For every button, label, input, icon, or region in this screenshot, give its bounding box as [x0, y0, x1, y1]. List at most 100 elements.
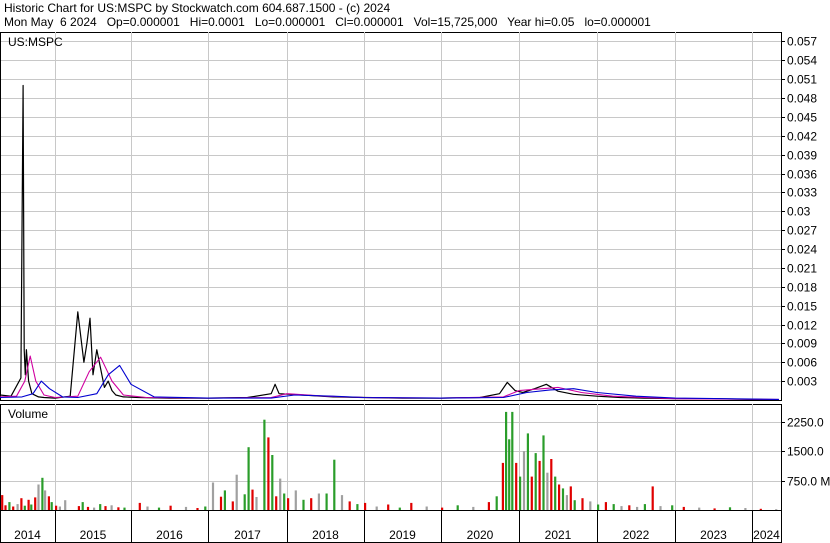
volume-bar	[219, 496, 223, 510]
volume-bar	[387, 504, 390, 510]
price-tick-label: 0.036	[787, 168, 817, 182]
volume-bar	[561, 488, 565, 510]
volume-bar	[519, 476, 522, 510]
price-tick-label: 0.048	[787, 92, 817, 106]
volume-bar	[283, 493, 286, 510]
volume-bar	[86, 506, 90, 510]
volume-bar	[196, 508, 199, 510]
volume-bar	[375, 506, 378, 510]
volume-bar	[302, 499, 305, 510]
volume-bar	[20, 498, 23, 510]
volume-bar	[550, 459, 553, 510]
volume-bar	[643, 504, 646, 510]
volume-tick-label: 1500.0	[787, 445, 824, 459]
volume-bar	[333, 459, 336, 510]
volume-bar	[573, 500, 576, 510]
volume-bar	[398, 507, 401, 510]
volume-bar	[472, 506, 475, 510]
volume-bar	[247, 447, 250, 510]
price-tick-label: 0.009	[787, 337, 817, 351]
volume-bar	[93, 507, 96, 510]
volume-bar	[317, 493, 320, 510]
volume-bar	[310, 498, 313, 510]
volume-bar	[542, 435, 545, 510]
volume-bar	[589, 501, 592, 510]
price-panel	[0, 32, 782, 401]
volume-bar	[671, 505, 674, 510]
volume-bar	[184, 506, 188, 510]
volume-bar	[99, 504, 102, 510]
price-tick-label: 0.015	[787, 300, 817, 314]
volume-bar	[620, 506, 623, 510]
volume-bar	[325, 493, 328, 510]
price-tick-label: 0.027	[787, 224, 817, 238]
volume-bar	[41, 477, 44, 510]
volume-bar	[243, 494, 246, 510]
volume-bar	[508, 439, 511, 510]
volume-bar	[487, 502, 490, 510]
year-label: 2015	[80, 528, 107, 542]
volume-bar	[58, 506, 61, 510]
price-tick-label: 0.006	[787, 356, 817, 370]
volume-bar	[44, 490, 47, 510]
volume-panel-label: Volume	[8, 407, 48, 421]
volume-bar	[501, 462, 504, 510]
volume-bar	[604, 502, 607, 510]
volume-bar	[138, 502, 141, 510]
volume-bar	[530, 476, 533, 510]
volume-bar	[581, 498, 584, 510]
volume-bar	[104, 506, 107, 510]
volume-bar	[505, 411, 508, 510]
volume-bar	[23, 505, 26, 510]
volume-bar	[565, 495, 568, 510]
volume-bar	[204, 506, 207, 510]
price-tick-label: 0.045	[787, 111, 817, 125]
year-label: 2020	[467, 528, 494, 542]
volume-bar	[728, 507, 732, 510]
volume-bar	[37, 484, 40, 510]
volume-bar	[30, 504, 33, 510]
year-label: 2019	[389, 528, 416, 542]
price-tick-label: 0.003	[787, 375, 817, 389]
volume-bar	[77, 506, 80, 510]
volume-bar	[8, 502, 11, 510]
volume-bar	[456, 505, 459, 510]
volume-bar	[263, 419, 266, 510]
volume-bar	[235, 474, 238, 510]
year-label: 2022	[623, 528, 650, 542]
volume-bar	[698, 507, 701, 510]
volume-tick-label: 750.0 M	[787, 475, 830, 489]
volume-bar	[612, 504, 615, 510]
volume-bar	[271, 455, 274, 510]
volume-tick-label: 2250.0	[787, 416, 824, 430]
year-label: 2024	[753, 528, 780, 542]
year-label: 2021	[545, 528, 572, 542]
volume-bar	[348, 501, 351, 510]
volume-bar	[744, 508, 747, 510]
price-tick-label: 0.039	[787, 149, 817, 163]
volume-bar	[34, 497, 37, 510]
volume-bar	[12, 506, 15, 510]
volume-bar	[628, 505, 631, 510]
volume-bar	[123, 507, 126, 510]
volume-bar	[231, 501, 234, 510]
price-tick-label: 0.018	[787, 281, 817, 295]
price-tick-label: 0.012	[787, 319, 817, 333]
volume-bar	[267, 437, 270, 510]
volume-bar	[364, 502, 367, 510]
volume-bar	[522, 451, 526, 510]
price-tick-label: 0.021	[787, 262, 817, 276]
volume-bar	[713, 508, 716, 510]
volume-bar	[569, 486, 572, 510]
volume-bar	[515, 462, 518, 510]
volume-bar	[340, 495, 344, 510]
volume-bar	[441, 507, 444, 510]
volume-bar	[117, 507, 120, 510]
volume-bar	[546, 472, 549, 510]
year-label: 2018	[312, 528, 339, 542]
price-tick-label: 0.057	[787, 35, 817, 49]
price-tick-label: 0.051	[787, 73, 817, 87]
volume-bar	[534, 453, 537, 510]
volume-bar	[636, 506, 639, 510]
volume-bar	[64, 500, 67, 510]
